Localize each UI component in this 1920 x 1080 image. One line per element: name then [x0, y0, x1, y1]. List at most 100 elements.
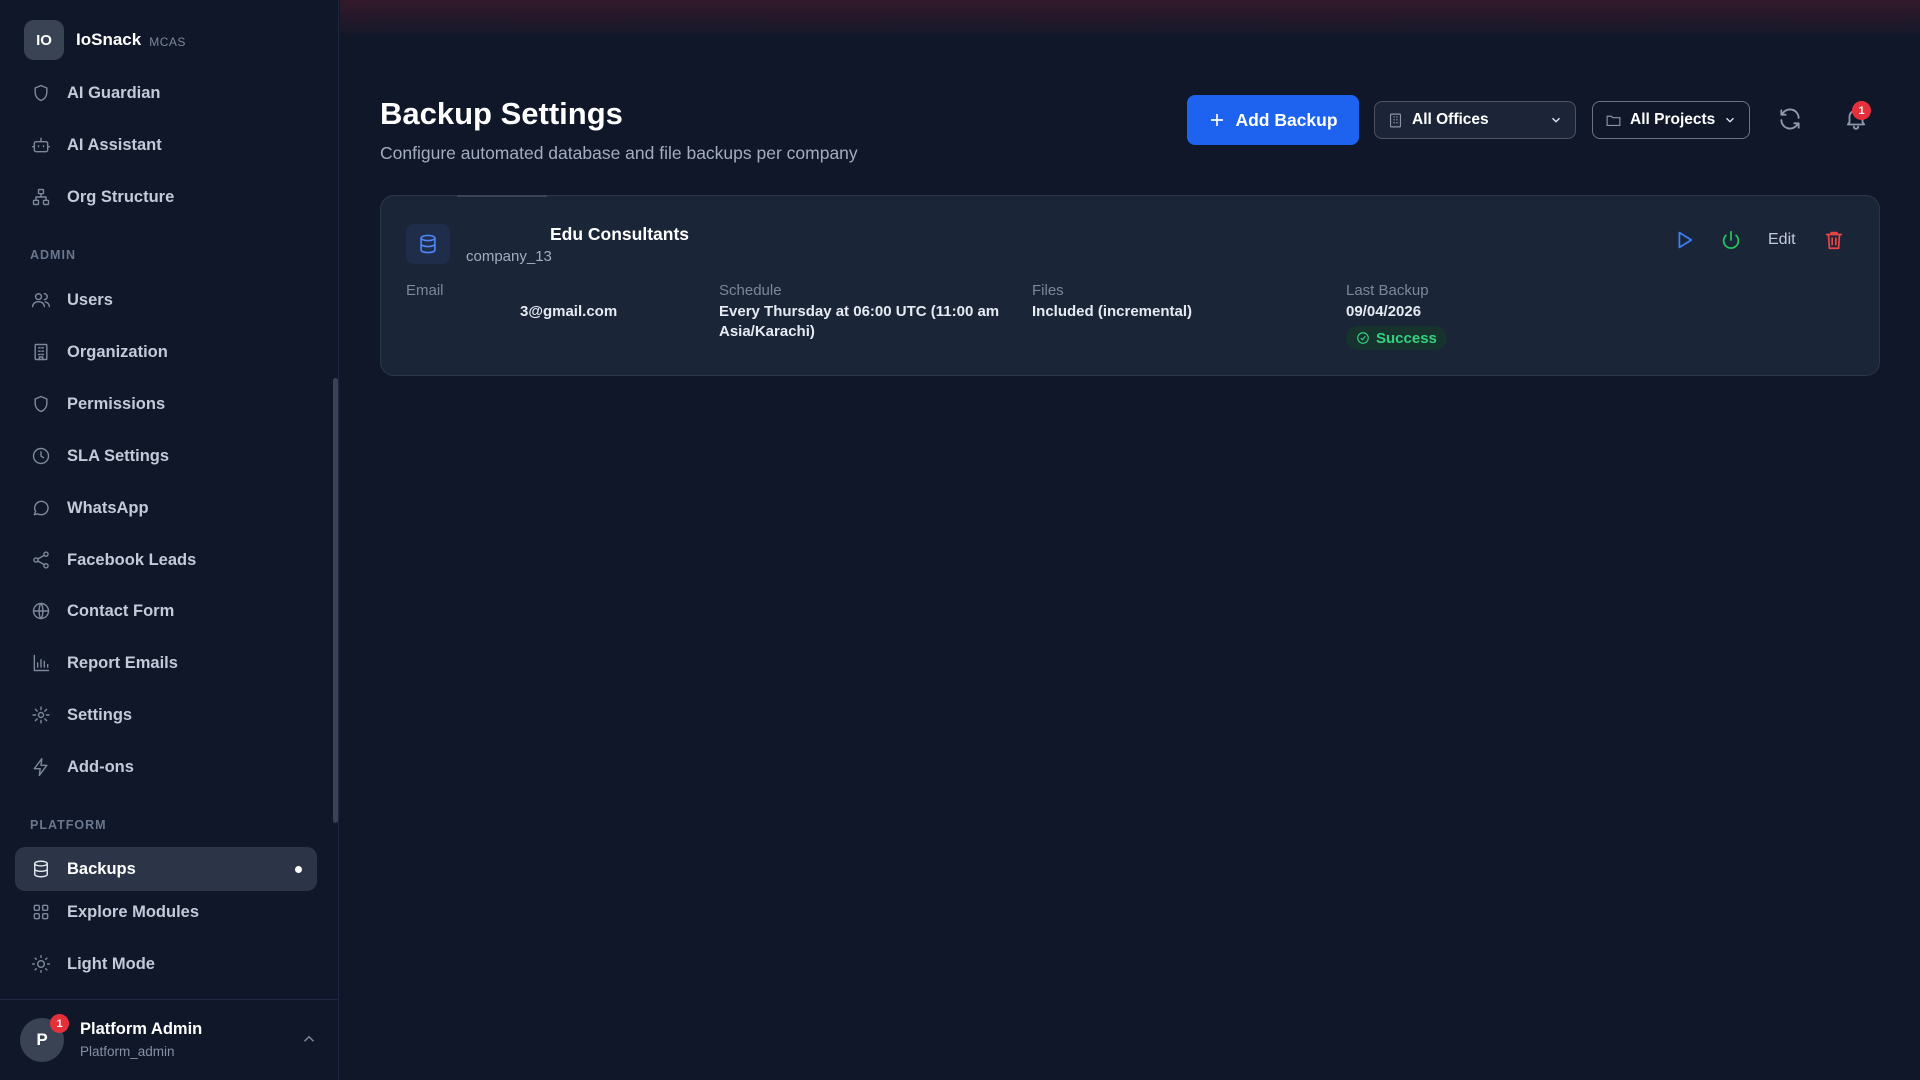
offices-select-value: All Offices [1412, 111, 1489, 128]
sidebar-item-label: AI Assistant [67, 135, 162, 154]
page-subtitle: Configure automated database and file ba… [380, 143, 858, 163]
shield-icon [30, 82, 52, 104]
sidebar-item-facebook-leads[interactable]: Facebook Leads [15, 538, 317, 582]
files-value: Included (incremental) [1032, 303, 1193, 320]
sidebar-item-report-emails[interactable]: Report Emails [15, 641, 317, 685]
last-backup-label: Last Backup [1346, 282, 1429, 299]
chat-bubble-icon [30, 497, 52, 519]
sidebar-item-organization[interactable]: Organization [15, 330, 317, 374]
sidebar-item-permissions[interactable]: Permissions [15, 382, 317, 426]
files-label: Files [1032, 282, 1064, 299]
last-backup-date: 09/04/2026 [1346, 303, 1422, 320]
user-name: Platform Admin [80, 1020, 203, 1038]
gear-icon [30, 704, 52, 726]
top-glow [340, 0, 1920, 40]
sidebar-scrollbar[interactable] [333, 378, 338, 823]
sidebar-item-ai-assistant[interactable]: AI Assistant [15, 123, 317, 167]
sidebar-item-label: Backups [67, 859, 136, 878]
brand-sub: MCAS [149, 34, 186, 49]
add-backup-button[interactable]: Add Backup [1187, 95, 1359, 145]
check-circle-icon [1357, 332, 1369, 344]
sidebar-item-label: Light Mode [67, 954, 155, 973]
sidebar-item-label: SLA Settings [67, 446, 170, 465]
chevron-up-icon[interactable] [300, 1030, 318, 1048]
clock-icon [30, 445, 52, 467]
user-menu[interactable]: P 1 Platform Admin Platform_admin [0, 999, 339, 1080]
schedule-line-1: Every Thursday at 06:00 UTC (11:00 am [719, 303, 1000, 320]
section-label-platform: PLATFORM [30, 818, 107, 832]
toggle-power-icon[interactable] [1720, 229, 1744, 253]
schedule-line-2: Asia/Karachi) [719, 323, 815, 340]
brand[interactable]: IO IoSnack MCAS [24, 20, 186, 60]
schedule-value: Every Thursday at 06:00 UTC (11:00 am As… [719, 302, 999, 342]
sidebar-item-label: Organization [67, 342, 168, 361]
status-badge: Success [1346, 326, 1447, 350]
sidebar-item-label: Add-ons [67, 757, 134, 776]
lightning-icon [30, 756, 52, 778]
sidebar-item-sla-settings[interactable]: SLA Settings [15, 434, 317, 478]
org-chart-icon [30, 186, 52, 208]
active-indicator-dot [295, 865, 302, 873]
bar-chart-icon [30, 652, 52, 674]
plus-icon [1211, 114, 1224, 126]
shield-icon [30, 393, 52, 415]
notification-count-badge: 1 [1852, 101, 1871, 120]
database-icon [30, 858, 52, 880]
sidebar-item-label: AI Guardian [67, 83, 161, 102]
building-icon [30, 341, 52, 363]
sidebar: IO IoSnack MCAS AI Guardian AI Assistant… [0, 0, 339, 1080]
sidebar-item-label: Permissions [67, 394, 166, 413]
bot-icon [30, 134, 52, 156]
sidebar-item-label: Settings [67, 705, 133, 724]
sidebar-item-whatsapp[interactable]: WhatsApp [15, 486, 317, 530]
sidebar-item-label: Report Emails [67, 653, 178, 672]
sidebar-item-ai-guardian[interactable]: AI Guardian [15, 71, 317, 115]
sun-icon [30, 953, 52, 975]
users-icon [30, 289, 52, 311]
sidebar-item-label: Contact Form [67, 601, 175, 620]
share-icon [30, 549, 52, 571]
brand-logo: IO [24, 20, 64, 60]
user-role: Platform_admin [80, 1044, 175, 1059]
backup-card [380, 195, 1880, 376]
schedule-label: Schedule [719, 282, 782, 299]
sidebar-item-explore-modules[interactable]: Explore Modules [15, 890, 317, 934]
company-id: company_13 [466, 248, 552, 265]
refresh-icon[interactable] [1777, 106, 1803, 132]
sidebar-item-contact-form[interactable]: Contact Form [15, 589, 317, 633]
sidebar-item-light-mode[interactable]: Light Mode [15, 942, 317, 986]
company-name: Edu Consultants [550, 224, 690, 244]
projects-select-value: All Projects [1630, 111, 1716, 128]
offices-select[interactable]: All Offices [1374, 101, 1576, 139]
email-label: Email [406, 282, 444, 299]
notification-badge: 1 [50, 1014, 69, 1033]
status-text: Success [1376, 329, 1437, 347]
page-title: Backup Settings [380, 96, 623, 131]
section-label-admin: ADMIN [30, 248, 76, 262]
grid-icon [30, 901, 52, 923]
card-divider [457, 195, 547, 197]
brand-name: IoSnack [76, 30, 142, 49]
add-backup-label: Add Backup [1235, 109, 1338, 130]
sidebar-item-settings[interactable]: Settings [15, 693, 317, 737]
delete-trash-icon[interactable] [1823, 229, 1847, 253]
sidebar-item-label: WhatsApp [67, 498, 149, 517]
run-backup-play-icon[interactable] [1673, 229, 1697, 253]
database-icon [406, 224, 450, 264]
sidebar-item-add-ons[interactable]: Add-ons [15, 745, 317, 789]
sidebar-item-label: Users [67, 290, 113, 309]
building-icon [1389, 113, 1402, 127]
chevron-down-icon [1552, 117, 1560, 123]
folder-icon [1606, 115, 1621, 126]
sidebar-item-org-structure[interactable]: Org Structure [15, 175, 317, 219]
sidebar-item-label: Facebook Leads [67, 550, 197, 569]
sidebar-item-label: Org Structure [67, 187, 175, 206]
sidebar-item-label: Explore Modules [67, 902, 200, 921]
sidebar-item-users[interactable]: Users [15, 278, 317, 322]
globe-icon [30, 600, 52, 622]
sidebar-item-backups[interactable]: Backups [15, 847, 317, 891]
chevron-down-icon [1726, 117, 1734, 123]
email-value: 3@gmail.com [520, 303, 618, 320]
edit-button[interactable]: Edit [1768, 231, 1796, 249]
projects-select[interactable]: All Projects [1592, 101, 1750, 139]
